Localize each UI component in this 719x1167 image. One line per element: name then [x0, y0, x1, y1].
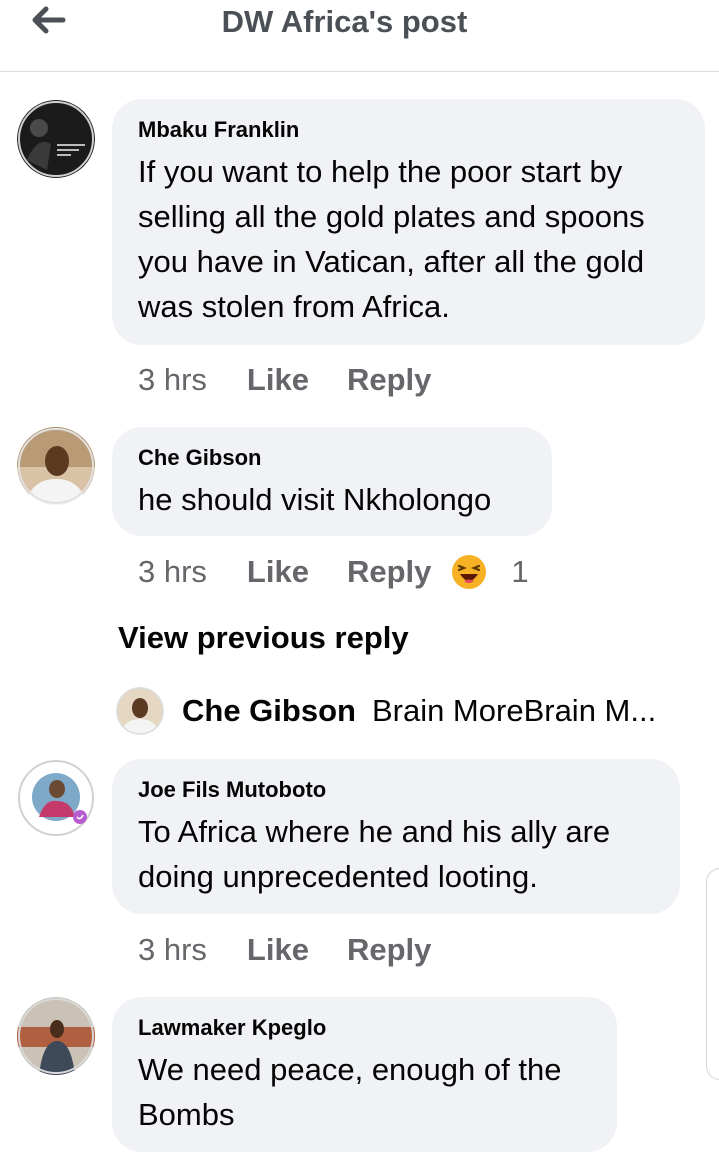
post-header: DW Africa's post — [0, 0, 719, 72]
avatar-joe-fils-mutoboto[interactable] — [17, 759, 95, 837]
reply-text: Brain MoreBrain M... — [371, 693, 657, 728]
comment-bubble: Lawmaker Kpeglo We need peace, enough of… — [112, 997, 617, 1152]
comment-bubble: Joe Fils Mutoboto To Africa where he and… — [112, 759, 680, 914]
reply-author[interactable]: Che Gibson — [182, 693, 356, 729]
reaction-summary[interactable]: 1 — [451, 554, 529, 590]
like-button[interactable]: Like — [247, 362, 309, 398]
comment-actions: 3 hrs Like Reply 1 — [138, 554, 529, 590]
avatar-che-gibson-small[interactable] — [116, 687, 164, 735]
view-previous-reply-link[interactable]: View previous reply — [118, 620, 409, 656]
avatar-che-gibson[interactable] — [17, 427, 95, 505]
comment-time[interactable]: 3 hrs — [138, 362, 207, 398]
like-button[interactable]: Like — [247, 932, 309, 968]
comment-text: To Africa where he and his ally are doin… — [138, 814, 611, 894]
avatar-lawmaker-kpeglo[interactable] — [17, 997, 95, 1075]
comment-time[interactable]: 3 hrs — [138, 932, 207, 968]
reply-preview[interactable]: Che Gibson Brain MoreBrain M... — [116, 687, 656, 735]
comment-author[interactable]: Lawmaker Kpeglo — [138, 1013, 591, 1043]
comment-text: he should visit Nkholongo — [138, 482, 492, 517]
reply-button[interactable]: Reply — [347, 932, 431, 968]
comment-author[interactable]: Che Gibson — [138, 443, 526, 473]
side-panel-edge — [706, 868, 719, 1080]
laughing-emoji-icon — [452, 555, 487, 589]
avatar-mbaku-franklin[interactable] — [17, 100, 95, 178]
comment-author[interactable]: Joe Fils Mutoboto — [138, 775, 654, 805]
reply-button[interactable]: Reply — [347, 554, 431, 590]
comment-actions: 3 hrs Like Reply — [138, 362, 469, 398]
comment-text: If you want to help the poor start by se… — [138, 154, 645, 324]
reaction-count: 1 — [511, 554, 529, 589]
comment-bubble: Mbaku Franklin If you want to help the p… — [112, 99, 705, 345]
comment-text: We need peace, enough of the Bombs — [138, 1052, 562, 1132]
reply-button[interactable]: Reply — [347, 362, 431, 398]
comment-actions: 3 hrs Like Reply — [138, 932, 469, 968]
comment-author[interactable]: Mbaku Franklin — [138, 115, 679, 145]
comment-time[interactable]: 3 hrs — [138, 554, 207, 590]
comment-bubble: Che Gibson he should visit Nkholongo — [112, 427, 552, 536]
like-button[interactable]: Like — [247, 554, 309, 590]
page-title: DW Africa's post — [221, 4, 468, 39]
